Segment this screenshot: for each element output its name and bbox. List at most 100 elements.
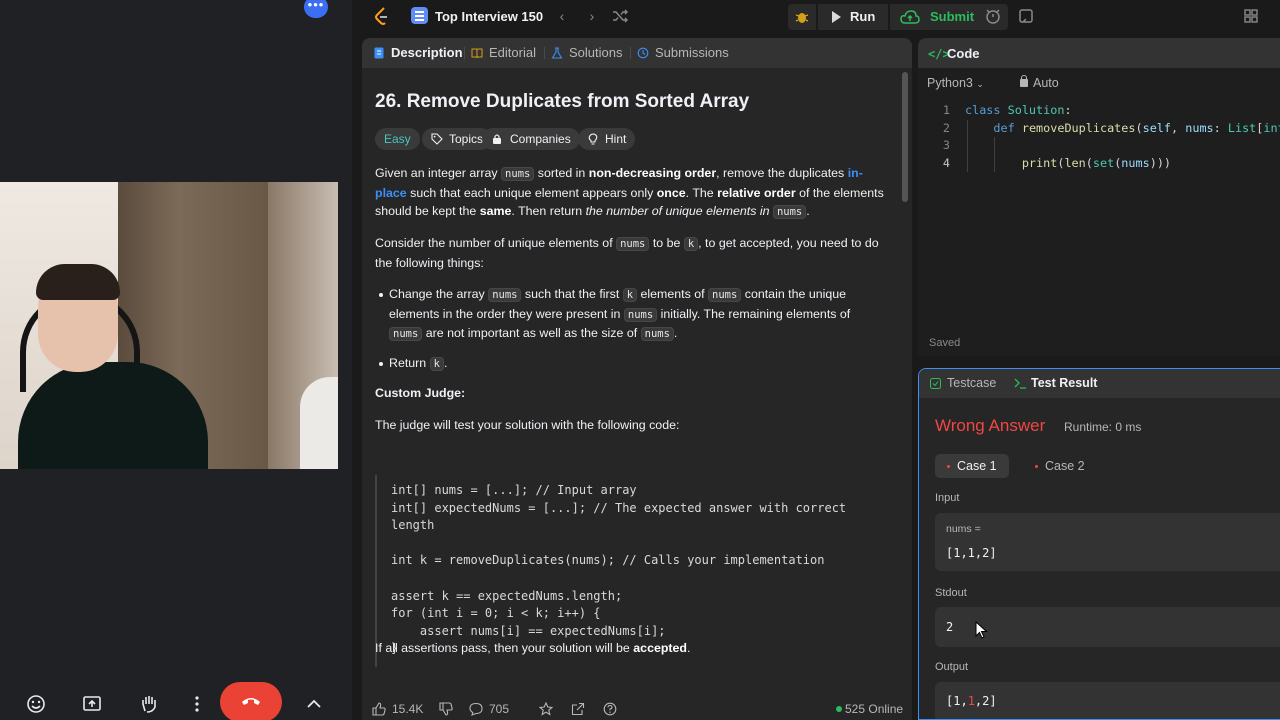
companies-chip[interactable]: Companies xyxy=(482,128,580,150)
output-box: [1,1,2] xyxy=(935,682,1280,719)
input-label: Input xyxy=(935,492,960,504)
more-icon[interactable]: ••• xyxy=(304,0,328,18)
custom-judge-heading: Custom Judge: xyxy=(375,386,466,400)
output-label: Output xyxy=(935,661,969,673)
star-icon[interactable] xyxy=(539,702,553,716)
problem-statement: Given an integer array nums sorted in no… xyxy=(375,166,884,220)
description-scrollbar[interactable] xyxy=(902,72,908,202)
input-var: nums = xyxy=(946,523,981,535)
layout-icon[interactable] xyxy=(1242,7,1260,25)
stdout-value: 2 xyxy=(946,620,954,634)
bug-icon xyxy=(795,13,809,23)
share-icon[interactable] xyxy=(571,702,585,716)
problem-list-title[interactable]: Top Interview 150 xyxy=(435,9,543,24)
run-submit-bar: Run Submit xyxy=(788,2,1008,32)
debug-button[interactable] xyxy=(788,4,816,30)
checkbox-icon xyxy=(930,378,941,389)
cloud-upload-icon xyxy=(900,10,920,24)
online-indicator xyxy=(836,706,842,712)
chevron-up-icon[interactable] xyxy=(300,690,328,718)
tab-test-result[interactable]: Test Result xyxy=(1014,376,1097,390)
notes-icon[interactable] xyxy=(1017,7,1035,25)
problem-requirement: Consider the number of unique elements o… xyxy=(375,236,879,270)
prev-problem-icon[interactable]: ‹ xyxy=(554,8,570,24)
thumbs-down-icon[interactable] xyxy=(439,702,453,716)
code-title: Code xyxy=(947,46,980,61)
description-tabs: Description Editorial Solutions Submissi… xyxy=(362,38,912,68)
next-problem-icon[interactable]: › xyxy=(584,8,600,24)
more-options-icon[interactable] xyxy=(183,690,211,718)
verdict: Wrong Answer xyxy=(935,416,1046,435)
shuffle-icon[interactable] xyxy=(612,8,628,24)
lightbulb-icon xyxy=(588,133,598,145)
code-line: assert nums[i] == expectedNums[i]; xyxy=(391,623,666,638)
timer-icon[interactable] xyxy=(984,7,1002,25)
line-number: 1 xyxy=(942,103,950,117)
description-icon xyxy=(374,47,384,59)
chevron-down-icon: ⌄ xyxy=(976,79,984,89)
self-view-video xyxy=(0,182,338,469)
book-icon xyxy=(471,48,483,59)
help-icon[interactable] xyxy=(603,702,617,716)
test-result-panel: Testcase Test Result Wrong Answer Runtim… xyxy=(918,368,1280,720)
code-header: </> Code xyxy=(918,38,1280,68)
code-panel: </> Code Python3 ⌄ Auto 1 2 3 4 class So… xyxy=(918,38,1280,356)
run-button[interactable]: Run xyxy=(818,4,888,30)
terminal-icon xyxy=(1014,378,1026,389)
accept-note: If all assertions pass, then your soluti… xyxy=(375,641,691,655)
leetcode-logo-icon[interactable] xyxy=(374,7,390,27)
code-line: print(len(set(nums))) xyxy=(1021,155,1172,170)
case-1-tab[interactable]: Case 1 xyxy=(935,454,1009,478)
hint-chip[interactable]: Hint xyxy=(578,128,636,150)
tag-icon xyxy=(431,133,443,145)
call-controls xyxy=(0,680,352,720)
end-call-button[interactable] xyxy=(220,682,282,720)
language-select[interactable]: Python3 ⌄ xyxy=(927,76,984,90)
tab-editorial[interactable]: Editorial xyxy=(471,45,536,63)
comment-icon xyxy=(469,702,483,716)
case-2-tab[interactable]: Case 2 xyxy=(1023,454,1097,478)
emoji-icon[interactable] xyxy=(22,690,50,718)
top-nav: Top Interview 150 ‹ › Run Submit xyxy=(352,0,1280,34)
online-count: 525 Online xyxy=(845,702,904,716)
tab-solutions[interactable]: Solutions xyxy=(551,45,622,63)
code-line: def removeDuplicates(self, nums: List[in… xyxy=(993,120,1280,135)
runtime: Runtime: 0 ms xyxy=(1064,420,1142,434)
result-tabs: Testcase Test Result xyxy=(919,369,1280,398)
list-item: Change the array nums such that the firs… xyxy=(379,285,885,344)
lock-icon xyxy=(493,134,501,144)
mouse-cursor-icon xyxy=(975,621,988,639)
judge-intro: The judge will test your solution with t… xyxy=(375,418,680,432)
input-value: [1,1,2] xyxy=(946,546,997,560)
list-item: Return k. xyxy=(379,354,885,374)
flask-icon xyxy=(551,47,563,59)
line-number: 4 xyxy=(942,155,950,170)
fail-dot xyxy=(1035,465,1038,468)
like-button[interactable]: 15.4K xyxy=(372,701,423,717)
tab-testcase[interactable]: Testcase xyxy=(930,376,996,390)
line-number: 3 xyxy=(942,138,950,153)
code-line: length xyxy=(391,518,435,533)
present-icon[interactable] xyxy=(78,690,106,718)
stdout-label: Stdout xyxy=(935,587,967,599)
comments-button[interactable]: 705 xyxy=(469,701,509,717)
code-line: assert k == expectedNums.length; xyxy=(391,588,623,603)
problem-list-icon[interactable] xyxy=(411,7,428,24)
output-value: [1,1,2] xyxy=(946,694,997,708)
input-box: nums = [1,1,2] xyxy=(935,513,1280,571)
lock-icon xyxy=(1020,75,1028,87)
raise-hand-icon[interactable] xyxy=(135,690,163,718)
play-icon xyxy=(832,11,841,23)
code-line: int[] expectedNums = [...]; // The expec… xyxy=(391,500,847,515)
history-icon xyxy=(637,47,649,59)
tab-description[interactable]: Description xyxy=(373,45,463,63)
auto-mode-toggle[interactable]: Auto xyxy=(1020,75,1059,90)
end-call-icon xyxy=(242,698,260,705)
code-line: int k = removeDuplicates(nums); // Calls… xyxy=(391,553,825,568)
thumbs-up-icon xyxy=(372,702,386,716)
tab-submissions[interactable]: Submissions xyxy=(637,45,729,63)
save-status: Saved xyxy=(929,337,961,349)
